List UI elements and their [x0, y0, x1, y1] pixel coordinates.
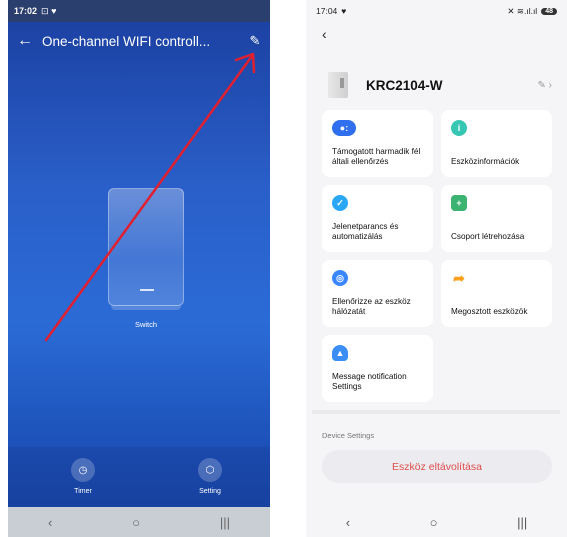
- screenshot-root: 17:02 ⊡ ♥ ✕ ≋.ıl 82 ← One-channel WIFI c…: [0, 0, 567, 537]
- tile-shared-devices[interactable]: ➦ Megosztott eszközök: [441, 260, 552, 327]
- tile-label: Csoport létrehozása: [451, 232, 525, 241]
- back-chevron-icon[interactable]: ‹: [322, 26, 327, 42]
- alexa-google-icon: ●:: [332, 120, 356, 136]
- nav-recents-icon[interactable]: |||: [517, 515, 527, 530]
- section-divider: [312, 410, 560, 414]
- system-nav-bar: ‹ ○ |||: [306, 507, 567, 537]
- tile-scene-automation[interactable]: ✓ Jelenetparancs és automatizálás: [322, 185, 433, 252]
- device-thumbnail: [328, 72, 348, 98]
- tile-label: Message notification Settings: [332, 372, 407, 391]
- status-right: ✕ ≋.ıl.ıl 48: [507, 6, 557, 17]
- tile-label: Ellenőrizze az eszköz hálózatát: [332, 297, 411, 316]
- tile-check-network[interactable]: ◎ Ellenőrizze az eszköz hálózatát: [322, 260, 433, 327]
- tile-device-info[interactable]: i Eszközinformációk: [441, 110, 552, 177]
- tile-create-group[interactable]: + Csoport létrehozása: [441, 185, 552, 252]
- notification-icons: ♥: [341, 6, 347, 16]
- tile-third-party-control[interactable]: ●: Támogatott harmadik fél általi ellenő…: [322, 110, 433, 177]
- tile-label: Jelenetparancs és automatizálás: [332, 222, 399, 241]
- status-bar: 17:04 ♥ ✕ ≋.ıl.ıl 48: [306, 0, 567, 22]
- arrow-shaft: [44, 54, 254, 342]
- device-header[interactable]: KRC2104-W ✎ ›: [328, 67, 558, 103]
- signal-icon: ✕ ≋.ıl.ıl: [507, 5, 538, 16]
- info-icon: i: [451, 120, 467, 136]
- nav-home-icon[interactable]: ○: [430, 515, 438, 530]
- share-arrow-icon: ➦: [453, 269, 465, 286]
- network-icon: ◎: [332, 270, 348, 286]
- remove-device-button[interactable]: Eszköz eltávolítása: [322, 450, 552, 483]
- tile-label: Megosztott eszközök: [451, 307, 528, 316]
- annotation-arrow: [44, 52, 256, 342]
- battery-badge: 48: [541, 7, 557, 15]
- bell-icon: ▲: [332, 345, 348, 361]
- tile-label: Eszközinformációk: [451, 157, 520, 166]
- right-phone-screen: 17:04 ♥ ✕ ≋.ıl.ıl 48 ‹ KRC2104-W ✎ › ●: …: [306, 0, 567, 537]
- add-group-icon: +: [451, 195, 467, 211]
- section-label: Device Settings: [322, 431, 375, 440]
- tile-label: Támogatott harmadik fél általi ellenőrzé…: [332, 147, 421, 166]
- edit-name-icon[interactable]: ✎ ›: [538, 80, 553, 91]
- check-shield-icon: ✓: [332, 195, 348, 211]
- status-time: 17:04: [316, 6, 338, 16]
- tile-message-notification[interactable]: ▲ Message notification Settings: [322, 335, 433, 402]
- nav-back-icon[interactable]: ‹: [346, 515, 350, 530]
- device-name: KRC2104-W: [366, 77, 443, 93]
